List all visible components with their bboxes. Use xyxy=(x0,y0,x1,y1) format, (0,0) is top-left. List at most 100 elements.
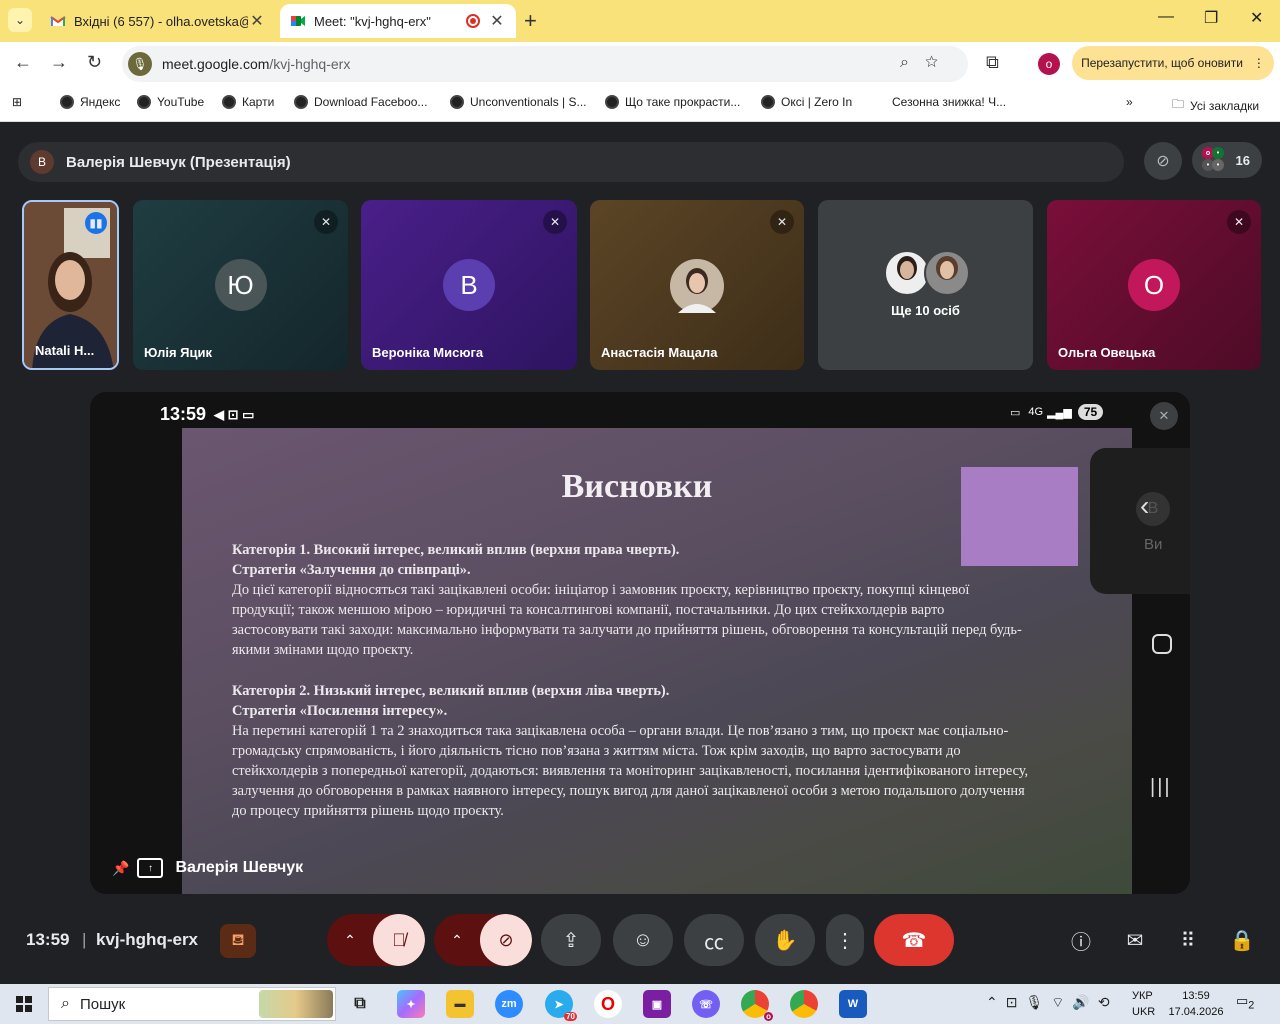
video-options-chevron-icon[interactable]: ⌃ xyxy=(434,914,480,966)
meeting-clock: 13:59 xyxy=(26,930,70,949)
host-lock-icon[interactable]: 🔒 xyxy=(1228,926,1256,954)
taskbar-search[interactable]: ⌕ Пошук xyxy=(48,987,336,1021)
hide-self-view-icon[interactable]: ⊘ xyxy=(1144,142,1182,180)
slide-heading: Категорія 1. Високий інтерес, великий вп… xyxy=(232,542,680,558)
star-icon: ☆ xyxy=(924,54,954,71)
participant-tile[interactable]: ✕ Ю Юлія Яцик xyxy=(133,200,348,370)
chrome-icon[interactable] xyxy=(790,990,818,1018)
more-options-button[interactable]: ⋮ xyxy=(826,914,864,966)
bookmark-item[interactable]: Unconventionals | S... xyxy=(450,95,587,109)
tab-close-button[interactable]: ✕ xyxy=(488,11,506,31)
system-tray-icons[interactable]: ⌃⊡🎙⌔🔊⟲ xyxy=(986,994,1118,1012)
windows-start-icon[interactable] xyxy=(16,996,32,1012)
viber-icon[interactable]: ☏ xyxy=(692,990,720,1018)
slide-heading: Категорія 2. Низький інтерес, великий вп… xyxy=(232,682,670,699)
tab-meet[interactable]: Meet: "kvj-hghq-erx" ✕ xyxy=(280,4,516,38)
status-icons: ◀ ⊡ ▭ xyxy=(214,406,255,422)
bookmark-item[interactable]: Оксі | Zero In xyxy=(761,95,852,109)
google-meet-icon xyxy=(291,16,305,26)
task-view-icon[interactable]: ⧉ xyxy=(346,990,374,1018)
raise-hand-button[interactable]: ✋ xyxy=(755,914,815,966)
cast-icon: ▭ xyxy=(1010,406,1021,419)
recording-icon xyxy=(466,14,480,28)
host-controls-icon[interactable]: ⛾ xyxy=(220,924,256,958)
back-arrow-icon[interactable]: ← xyxy=(14,52,32,73)
microphone-permission-icon[interactable]: 🎙 xyxy=(128,52,152,76)
bookmark-item[interactable]: Яндекс xyxy=(60,95,120,109)
tab-gmail[interactable]: Вхідні (6 557) - olha.ovetska@n ✕ xyxy=(40,4,276,38)
participant-tile[interactable]: ✕ В Вероніка Мисюга xyxy=(361,200,577,370)
close-window-button[interactable]: ✕ xyxy=(1250,8,1263,28)
captions-button[interactable]: ㏄ xyxy=(684,914,744,966)
file-explorer-icon[interactable]: ▬ xyxy=(446,990,474,1018)
telegram-icon[interactable]: ➤ 70 xyxy=(545,990,577,1021)
restore-button[interactable]: ❐ xyxy=(1204,8,1218,28)
opera-icon[interactable]: O xyxy=(594,990,622,1018)
bookmark-item[interactable]: Download Faceboo... xyxy=(294,95,427,109)
url-text[interactable]: meet.google.com/kvj-hghq-erx xyxy=(162,56,350,72)
forward-arrow-icon[interactable]: → xyxy=(50,52,68,73)
zoom-app-icon[interactable]: zm xyxy=(495,990,523,1018)
new-tab-button[interactable]: + xyxy=(524,8,537,34)
meeting-info-icon[interactable]: ⓘ xyxy=(1067,926,1095,954)
chat-icon[interactable]: ✉ xyxy=(1121,926,1149,954)
notifications-icon[interactable]: ▭2 xyxy=(1236,993,1258,1015)
signal-icon: ▂▄▆ xyxy=(1047,406,1072,419)
emoji-reactions-button[interactable]: ☺ xyxy=(613,914,673,966)
copilot-icon[interactable]: ✦ xyxy=(397,990,425,1018)
recents-icon[interactable]: ||| xyxy=(1150,776,1172,799)
all-bookmarks-button[interactable]: 🗀 Усі закладки xyxy=(1172,95,1259,116)
participant-avatars: o • • • xyxy=(1200,147,1224,173)
language-indicator[interactable]: УКР UKR xyxy=(1132,988,1155,1020)
chrome-icon[interactable]: o xyxy=(741,990,773,1021)
bookmark-item[interactable]: Карти xyxy=(222,95,274,109)
participant-tile[interactable]: ✕ О Ольга Овецька xyxy=(1047,200,1261,370)
tab-search-button[interactable]: ⌄ xyxy=(8,8,32,32)
mic-off-icon: ✕ xyxy=(314,210,338,234)
home-icon[interactable] xyxy=(1152,634,1172,654)
more-participants-tile[interactable]: Ще 10 осіб xyxy=(818,200,1033,370)
bookmark-item[interactable]: YouTube xyxy=(137,95,204,109)
save-app-icon[interactable]: ▣ xyxy=(643,990,671,1018)
gmail-icon xyxy=(50,16,66,26)
present-screen-button[interactable]: ⇪ xyxy=(541,914,601,966)
presentation-title: Валерія Шевчук (Презентація) xyxy=(66,153,291,171)
presentation-slide: Висновки Категорія 1. Високий інтерес, в… xyxy=(182,428,1132,894)
divider: | xyxy=(82,930,87,949)
profile-avatar[interactable]: o xyxy=(1038,53,1060,75)
audio-options-chevron-icon[interactable]: ⌃ xyxy=(327,914,373,966)
mic-off-icon: ✕ xyxy=(543,210,567,234)
camera-off-button[interactable]: ⊘ xyxy=(480,914,532,966)
bookmarks-bar: ⊞ Яндекс YouTube Карти Download Faceboo.… xyxy=(0,86,1280,122)
participant-name: Вероніка Мисюга xyxy=(372,345,484,360)
folder-icon: 🗀 xyxy=(1172,97,1185,111)
activities-icon[interactable]: ⠿ xyxy=(1174,926,1202,954)
zoom-and-bookmark-icons[interactable]: ⌕☆ xyxy=(900,54,954,72)
participant-tile-active-speaker[interactable]: ▮▮ Natali H... xyxy=(22,200,119,370)
relaunch-button[interactable]: Перезапустити, щоб оновити ⋮ xyxy=(1072,46,1274,80)
globe-icon xyxy=(137,95,151,109)
pin-icon[interactable]: 📌 xyxy=(112,860,129,877)
leave-call-button[interactable]: ☎ xyxy=(874,914,954,966)
bookmark-item[interactable]: Що таке прокрасти... xyxy=(605,95,740,109)
bookmark-item[interactable]: Сезонна знижка! Ч... xyxy=(892,95,1006,109)
chevron-left-icon[interactable]: ‹ xyxy=(1140,490,1149,522)
globe-icon xyxy=(294,95,308,109)
participant-tile[interactable]: ✕ Анастасія Мацала xyxy=(590,200,804,370)
minimize-button[interactable]: — xyxy=(1158,8,1174,26)
presenter-name: Валерія Шевчук xyxy=(175,859,304,876)
bookmarks-overflow-button[interactable]: » xyxy=(1126,95,1133,109)
slide-title: Висновки xyxy=(561,468,713,505)
mic-off-button[interactable]: 🎙̸ xyxy=(373,914,425,966)
apps-grid-icon[interactable]: ⊞ xyxy=(12,95,22,109)
reload-icon[interactable]: ↻ xyxy=(87,52,102,73)
address-bar[interactable]: 🎙 meet.google.com/kvj-hghq-erx ⌕☆ xyxy=(122,46,968,82)
globe-icon xyxy=(60,95,74,109)
self-label: Ви xyxy=(1144,536,1163,553)
tab-close-button[interactable]: ✕ xyxy=(248,11,266,31)
extensions-icon[interactable]: ⧉ xyxy=(986,52,999,73)
word-icon[interactable]: W xyxy=(839,990,867,1018)
taskbar-clock[interactable]: 13:59 17.04.2026 xyxy=(1168,988,1224,1020)
zoom-icon: ⌕ xyxy=(899,54,925,71)
people-button[interactable]: o • • • 16 xyxy=(1192,142,1262,178)
